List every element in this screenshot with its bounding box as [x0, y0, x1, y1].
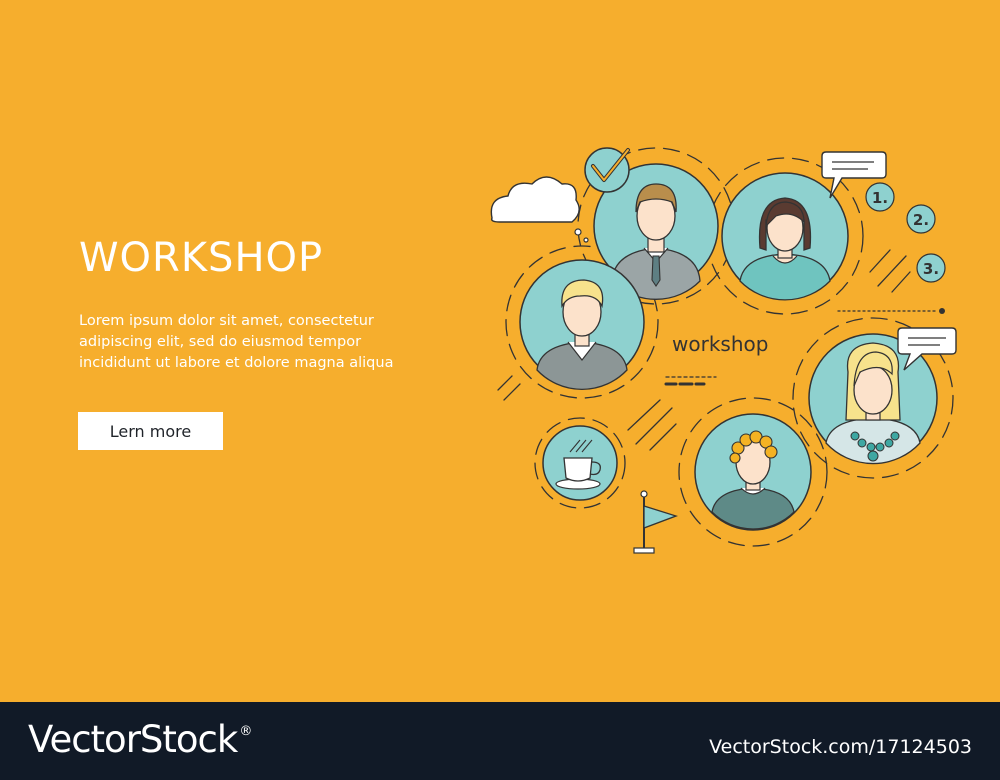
- illustration-caption: workshop: [672, 332, 768, 356]
- avatar-woman-short-hair: [721, 172, 849, 301]
- brand-logo: VectorStock ®: [28, 718, 252, 761]
- cloud-icon: [490, 176, 589, 243]
- step-marker: 3.: [916, 253, 946, 283]
- step-marker: 1.: [865, 182, 895, 212]
- avatar-blond-man: [519, 259, 645, 390]
- description-line-1: Lorem ipsum dolor sit amet, consectetur: [79, 313, 374, 329]
- registered-mark: ®: [239, 724, 252, 739]
- step-3-label: 3.: [923, 260, 939, 278]
- learn-more-button[interactable]: Lern more: [78, 412, 223, 450]
- step-2-label: 2.: [913, 211, 929, 229]
- avatar-curly-haired-person: [694, 413, 812, 531]
- banner: WORKSHOP Lorem ipsum dolor sit amet, con…: [0, 0, 1000, 702]
- headline: WORKSHOP: [79, 235, 324, 281]
- description-line-2: adipiscing elit, sed do eiusmod tempor: [79, 334, 362, 350]
- step-marker: 2.: [906, 204, 936, 234]
- step-1-label: 1.: [872, 189, 888, 207]
- description: Lorem ipsum dolor sit amet, consectetur …: [79, 311, 439, 374]
- dot-marker: [939, 308, 945, 314]
- coffee-cup-icon: [542, 425, 618, 501]
- workshop-illustration: 1. 2. 3. workshop: [490, 147, 957, 554]
- flag-icon: [633, 490, 679, 554]
- brand-name: VectorStock: [28, 718, 238, 761]
- description-line-3: incididunt ut labore et dolore magna ali…: [79, 355, 394, 371]
- image-credit: VectorStock.com/17124503: [709, 736, 972, 758]
- checkmark-icon: [584, 147, 630, 193]
